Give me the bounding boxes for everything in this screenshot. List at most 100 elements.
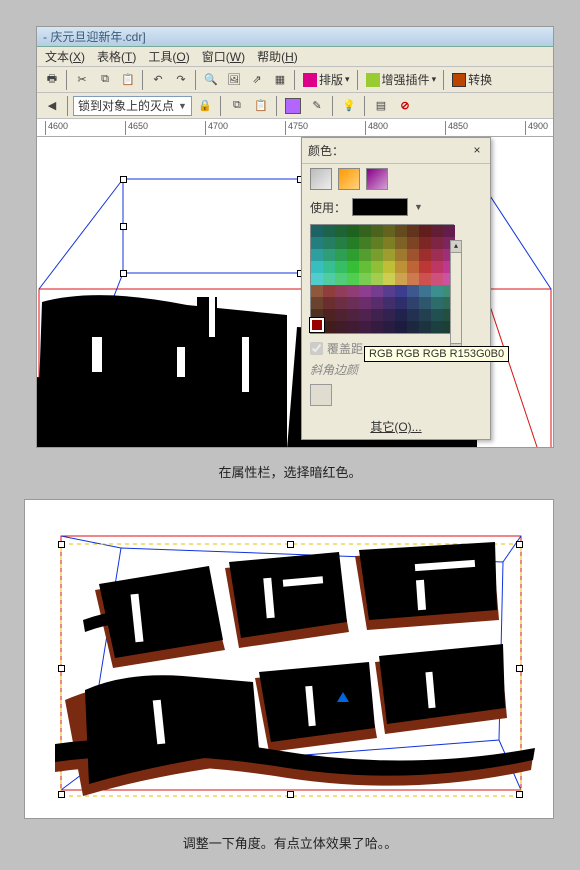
color-cell[interactable]: [419, 249, 431, 261]
color-cell[interactable]: [347, 225, 359, 237]
canvas-area[interactable]: 颜色： × 使用： ▼ ▴ ▾ 覆盖距: [37, 137, 553, 448]
layout-menu[interactable]: 排版▾: [299, 71, 354, 88]
color-cell[interactable]: [395, 309, 407, 321]
color-cell[interactable]: [383, 285, 395, 297]
color-cell[interactable]: [311, 285, 323, 297]
color-cell[interactable]: [395, 249, 407, 261]
color-cell[interactable]: [323, 225, 335, 237]
selection-handle[interactable]: [516, 665, 523, 672]
color-cell[interactable]: [407, 273, 419, 285]
selection-handle[interactable]: [120, 270, 127, 277]
color-cell[interactable]: [407, 309, 419, 321]
color-cell[interactable]: [383, 309, 395, 321]
redo-icon[interactable]: ↷: [170, 69, 192, 91]
selection-handle[interactable]: [287, 541, 294, 548]
color-cell[interactable]: [323, 297, 335, 309]
color-cell[interactable]: [311, 225, 323, 237]
color-cell[interactable]: [323, 237, 335, 249]
color-cell[interactable]: [323, 273, 335, 285]
color-cell[interactable]: [323, 261, 335, 273]
layers-icon[interactable]: ▤: [370, 95, 392, 117]
color-cell[interactable]: [359, 321, 371, 333]
color-cell[interactable]: [323, 285, 335, 297]
color-cell[interactable]: [419, 285, 431, 297]
swatch-gray[interactable]: [310, 168, 332, 190]
color-cell[interactable]: [335, 225, 347, 237]
color-cell[interactable]: [407, 297, 419, 309]
color-cell[interactable]: [371, 321, 383, 333]
color-cell[interactable]: [407, 285, 419, 297]
color-cell[interactable]: [419, 237, 431, 249]
color-cell[interactable]: [431, 225, 443, 237]
search-icon[interactable]: 🔍: [200, 69, 222, 91]
other-colors-link[interactable]: 其它(O)...: [302, 414, 490, 439]
color-cell[interactable]: [335, 237, 347, 249]
color-cell[interactable]: [347, 249, 359, 261]
scroll-up-icon[interactable]: ▴: [451, 241, 461, 253]
color-cell[interactable]: [395, 321, 407, 333]
color-cell[interactable]: [335, 249, 347, 261]
copy2-icon[interactable]: ⧉: [226, 95, 248, 117]
copy-icon[interactable]: ⧉: [94, 69, 116, 91]
color-cell[interactable]: [335, 297, 347, 309]
color-cell[interactable]: [431, 261, 443, 273]
swatch-orange[interactable]: [338, 168, 360, 190]
color-cell[interactable]: [431, 309, 443, 321]
color-cell[interactable]: [383, 297, 395, 309]
paste2-icon[interactable]: 📋: [250, 95, 272, 117]
selection-handle[interactable]: [58, 791, 65, 798]
color-cell[interactable]: [323, 249, 335, 261]
color-cell[interactable]: [335, 321, 347, 333]
swatch-purple[interactable]: [366, 168, 388, 190]
color-cell[interactable]: [383, 249, 395, 261]
color-cell[interactable]: [395, 237, 407, 249]
snap-combo[interactable]: 锁到对象上的灭点 ▼: [73, 96, 192, 116]
selection-handle[interactable]: [58, 665, 65, 672]
color-cell[interactable]: [407, 237, 419, 249]
color-cell[interactable]: [419, 273, 431, 285]
color-cell[interactable]: [347, 321, 359, 333]
cut-icon[interactable]: ✂: [71, 69, 93, 91]
color-cell[interactable]: [383, 321, 395, 333]
color-cell[interactable]: [335, 273, 347, 285]
color-cell[interactable]: [359, 309, 371, 321]
menu-tools[interactable]: 工具(O): [148, 48, 189, 65]
selection-handle[interactable]: [120, 223, 127, 230]
color-cell[interactable]: [323, 321, 335, 333]
color-cell[interactable]: [371, 273, 383, 285]
color-cell[interactable]: [419, 321, 431, 333]
menu-window[interactable]: 窗口(W): [202, 48, 245, 65]
color-cell[interactable]: [347, 309, 359, 321]
color-cell[interactable]: [311, 237, 323, 249]
color-cell[interactable]: [407, 261, 419, 273]
color-cell[interactable]: [371, 297, 383, 309]
color-cell[interactable]: [347, 273, 359, 285]
color-cell[interactable]: [395, 285, 407, 297]
fill-swatch-button[interactable]: [282, 95, 304, 117]
color-cell[interactable]: [383, 261, 395, 273]
color-cell[interactable]: [371, 285, 383, 297]
convert-menu[interactable]: 转换: [448, 71, 496, 88]
color-cell[interactable]: [443, 225, 455, 237]
color-cell[interactable]: [407, 249, 419, 261]
color-cell[interactable]: [419, 297, 431, 309]
color-cell[interactable]: [383, 237, 395, 249]
color-cell[interactable]: [431, 297, 443, 309]
color-cell[interactable]: [419, 261, 431, 273]
color-cell[interactable]: [371, 225, 383, 237]
color-cell[interactable]: [347, 297, 359, 309]
color-cell[interactable]: [383, 273, 395, 285]
lightbulb-icon[interactable]: 💡: [338, 95, 360, 117]
color-cell[interactable]: [347, 285, 359, 297]
color-cell[interactable]: [419, 309, 431, 321]
eyedropper-icon[interactable]: ✎: [306, 95, 328, 117]
color-grid[interactable]: [310, 224, 454, 334]
selection-handle[interactable]: [516, 791, 523, 798]
color-cell[interactable]: [335, 285, 347, 297]
menubar[interactable]: 文本(X) 表格(T) 工具(O) 窗口(W) 帮助(H): [37, 47, 553, 67]
color-cell[interactable]: [371, 309, 383, 321]
selection-handle[interactable]: [58, 541, 65, 548]
color-cell[interactable]: [431, 273, 443, 285]
color-cell[interactable]: [359, 273, 371, 285]
color-cell[interactable]: [395, 297, 407, 309]
